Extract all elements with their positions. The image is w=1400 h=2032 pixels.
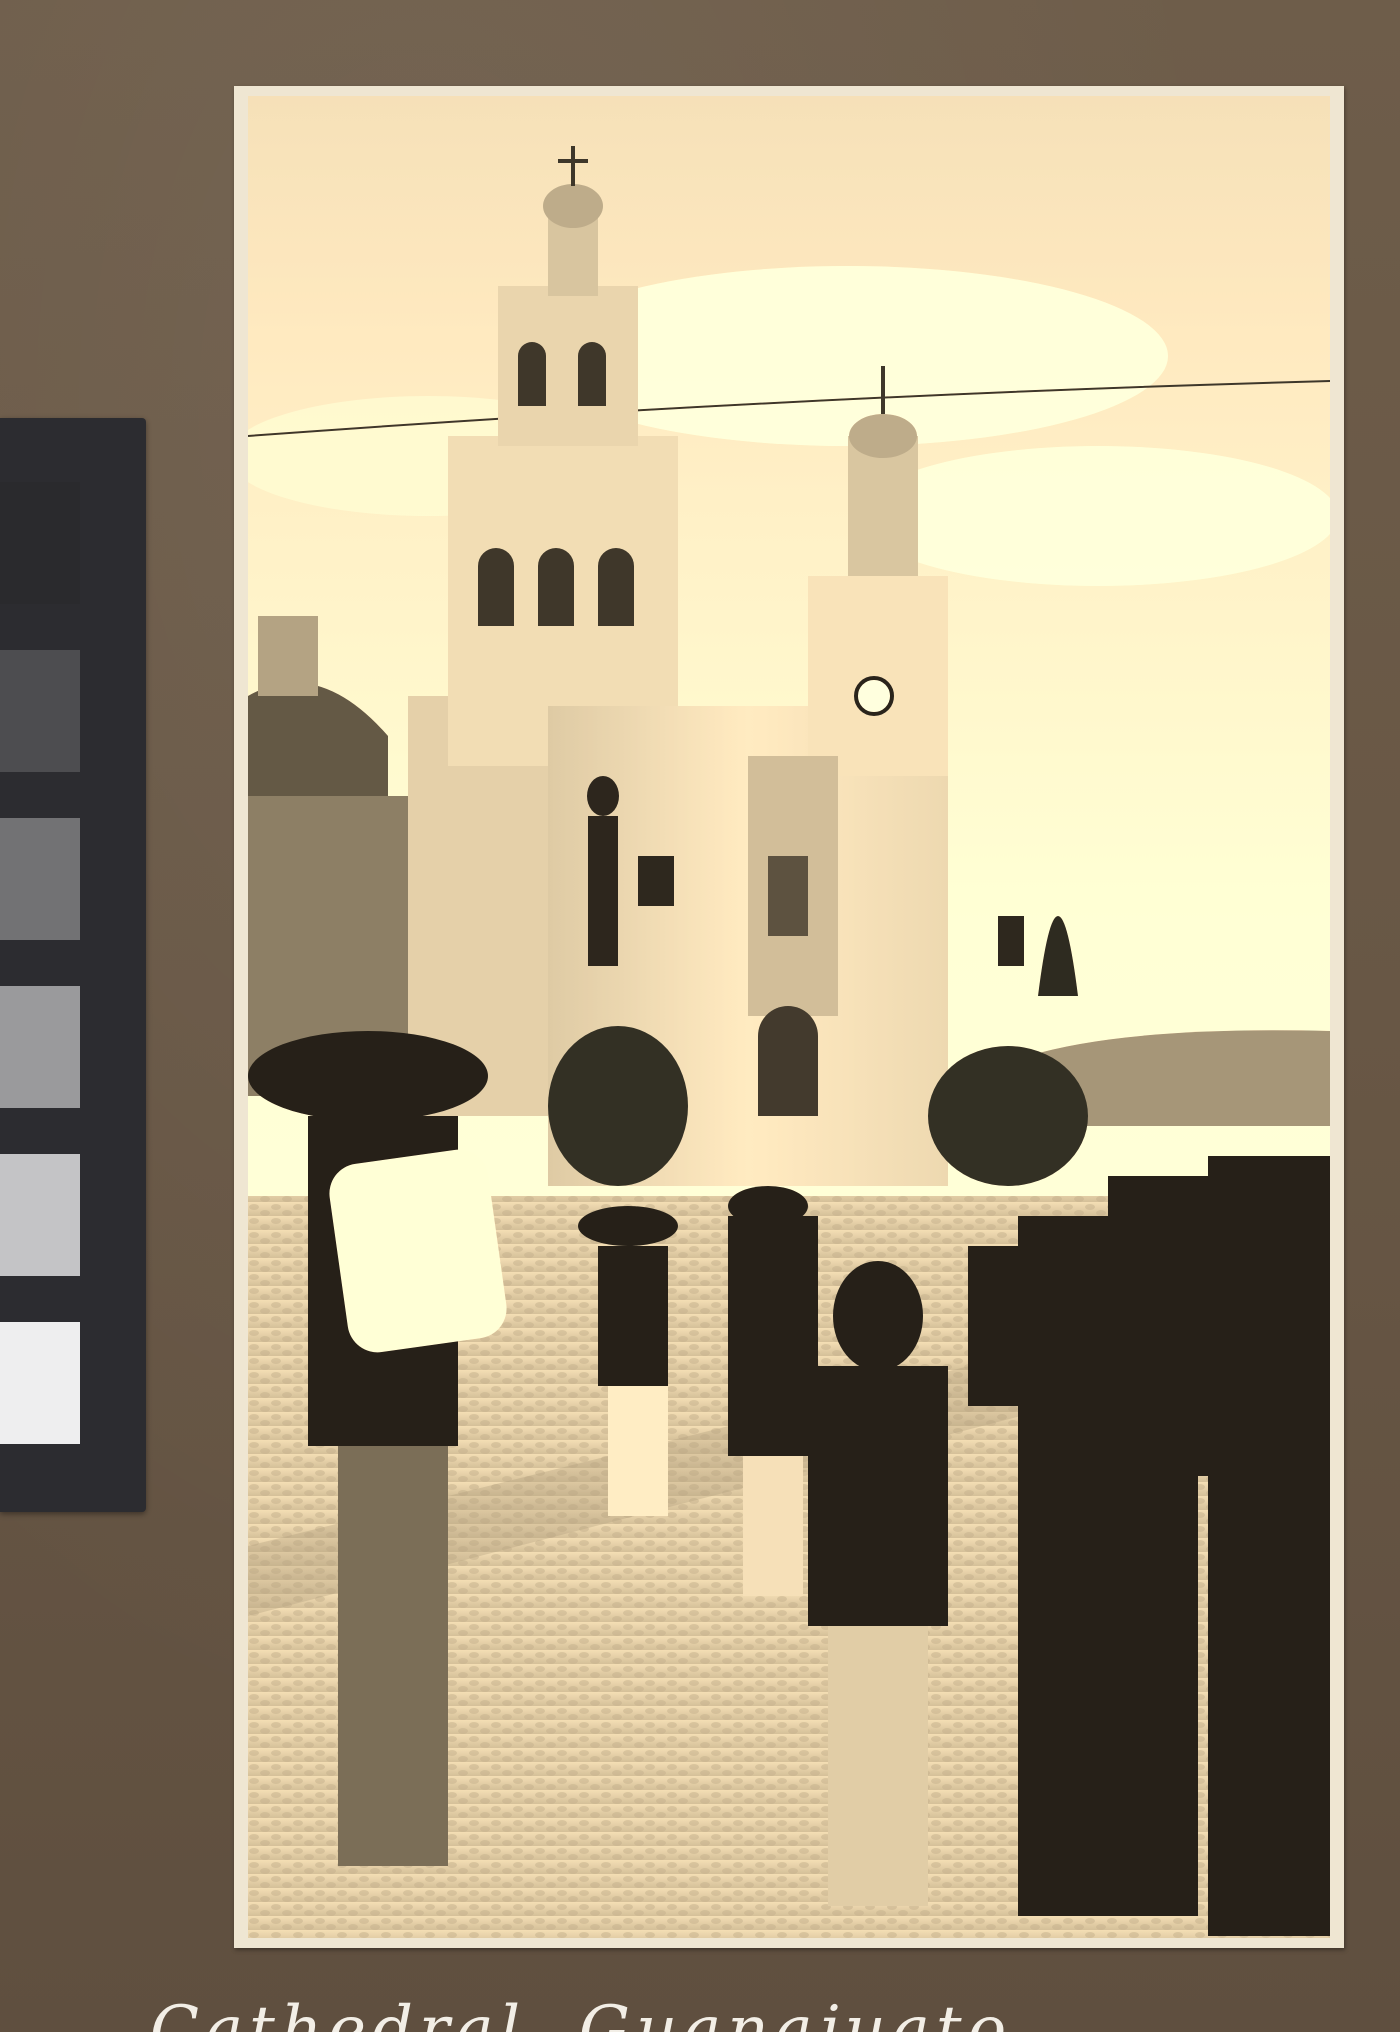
checker-patch-5: [0, 1154, 80, 1276]
checker-patch-1: [0, 482, 80, 604]
checker-patch-2: [0, 650, 80, 772]
handwritten-caption: Cathedral, Guanajuato: [150, 1993, 1013, 2032]
checker-patch-3: [0, 818, 80, 940]
album-page: Cathedral, Guanajuato: [0, 0, 1400, 2032]
checker-patch-6: [0, 1322, 80, 1444]
cathedral-photograph: [248, 96, 1330, 1938]
checker-patch-4: [0, 986, 80, 1108]
grayscale-color-checker: [0, 418, 146, 1512]
